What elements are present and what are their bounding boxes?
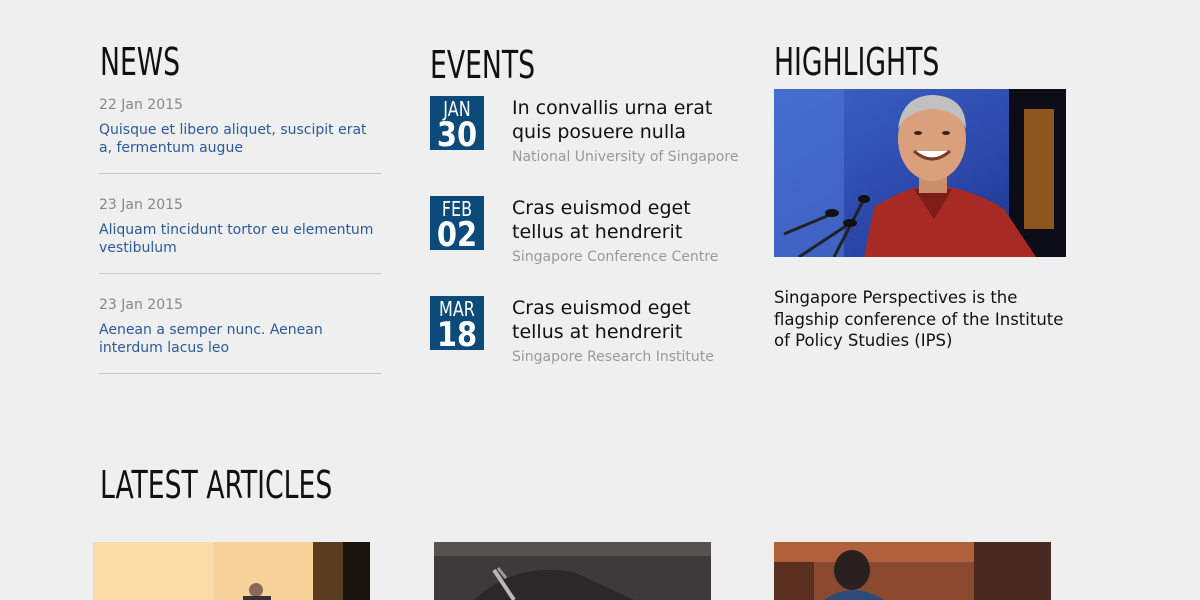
article-thumbnail[interactable] — [774, 542, 1051, 600]
highlights-heading: HIGHLIGHTS — [774, 40, 940, 84]
news-item: 23 Jan 2015 Aenean a semper nunc. Aenean… — [99, 297, 382, 374]
calendar-date-badge: MAR 18 — [430, 296, 484, 350]
news-link[interactable]: Aenean a semper nunc. Aenean interdum la… — [99, 321, 382, 357]
event-day: 02 — [436, 215, 478, 250]
event-item[interactable]: MAR 18 Cras euismod eget tellus at hendr… — [430, 296, 740, 376]
highlight-photo[interactable] — [774, 89, 1066, 257]
news-date: 23 Jan 2015 — [99, 197, 183, 213]
event-day: 18 — [436, 315, 478, 350]
news-link[interactable]: Quisque et libero aliquet, suscipit erat… — [99, 121, 382, 157]
news-item: 23 Jan 2015 Aliquam tincidunt tortor eu … — [99, 197, 382, 274]
news-date: 23 Jan 2015 — [99, 297, 183, 313]
event-day: 30 — [436, 115, 478, 150]
article-thumbnail[interactable] — [93, 542, 370, 600]
highlight-caption[interactable]: Singapore Perspectives is the flagship c… — [774, 287, 1074, 352]
calendar-date-badge: FEB 02 — [430, 196, 484, 250]
news-date: 22 Jan 2015 — [99, 97, 183, 113]
event-item[interactable]: JAN 30 In convallis urna erat quis posue… — [430, 96, 740, 176]
article-image — [93, 542, 370, 600]
calendar-date-badge: JAN 30 — [430, 96, 484, 150]
event-title[interactable]: Cras euismod eget tellus at hendrerit — [512, 196, 742, 244]
speaker-photo-image — [774, 89, 1066, 257]
article-image — [434, 542, 711, 600]
news-heading: NEWS — [100, 40, 181, 84]
article-thumbnail[interactable] — [434, 542, 711, 600]
event-title[interactable]: In convallis urna erat quis posuere null… — [512, 96, 742, 144]
event-title[interactable]: Cras euismod eget tellus at hendrerit — [512, 296, 742, 344]
event-venue: Singapore Conference Centre — [512, 249, 719, 265]
events-heading: EVENTS — [430, 43, 536, 87]
news-link[interactable]: Aliquam tincidunt tortor eu elementum ve… — [99, 221, 382, 257]
news-item: 22 Jan 2015 Quisque et libero aliquet, s… — [99, 97, 382, 174]
article-image — [774, 542, 1051, 600]
event-venue: National University of Singapore — [512, 149, 739, 165]
latest-articles-heading: LATEST ARTICLES — [100, 463, 333, 507]
event-item[interactable]: FEB 02 Cras euismod eget tellus at hendr… — [430, 196, 740, 276]
event-venue: Singapore Research Institute — [512, 349, 714, 365]
